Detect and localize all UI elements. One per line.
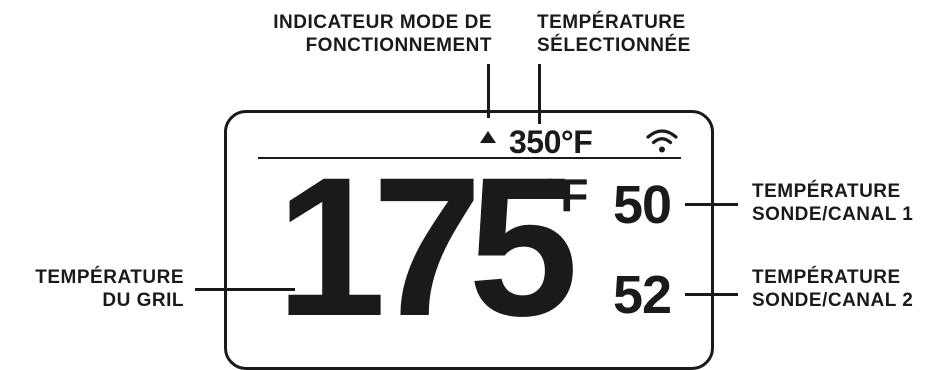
- callout-mode-indicator-line2: FONCTIONNEMENT: [305, 35, 492, 56]
- callout-mode-indicator: INDICATEUR MODE DE FONCTIONNEMENT: [273, 11, 492, 57]
- callout-probe2-temperature-line1: TEMPÉRATURE: [752, 267, 901, 288]
- callout-probe1-temperature: TEMPÉRATURE SONDE/CANAL 1: [752, 180, 913, 226]
- probe2-temperature-value: 52: [613, 265, 672, 325]
- callout-selected-temperature: TEMPÉRATURE SÉLECTIONNÉE: [537, 11, 691, 57]
- callout-grill-temperature-line1: TEMPÉRATURE: [35, 267, 184, 288]
- probe1-temperature-value: 50: [613, 175, 672, 235]
- callout-grill-temperature-line2: DU GRIL: [102, 290, 184, 311]
- callout-grill-temperature: TEMPÉRATURE DU GRIL: [35, 266, 184, 312]
- callout-probe2-temperature-line2: SONDE/CANAL 2: [752, 290, 914, 311]
- callout-probe1-temperature-line1: TEMPÉRATURE: [752, 181, 901, 202]
- callout-selected-temperature-line2: SÉLECTIONNÉE: [537, 35, 691, 56]
- wifi-icon: [646, 129, 678, 153]
- grill-temperature-unit: °F: [542, 169, 589, 221]
- callout-probe1-temperature-line2: SONDE/CANAL 1: [752, 204, 914, 225]
- callout-mode-indicator-line1: INDICATEUR MODE DE: [273, 12, 492, 33]
- callout-selected-temperature-line1: TEMPÉRATURE: [537, 12, 686, 33]
- grill-temperature-value: 175: [276, 136, 578, 357]
- callout-probe2-temperature: TEMPÉRATURE SONDE/CANAL 2: [752, 266, 913, 312]
